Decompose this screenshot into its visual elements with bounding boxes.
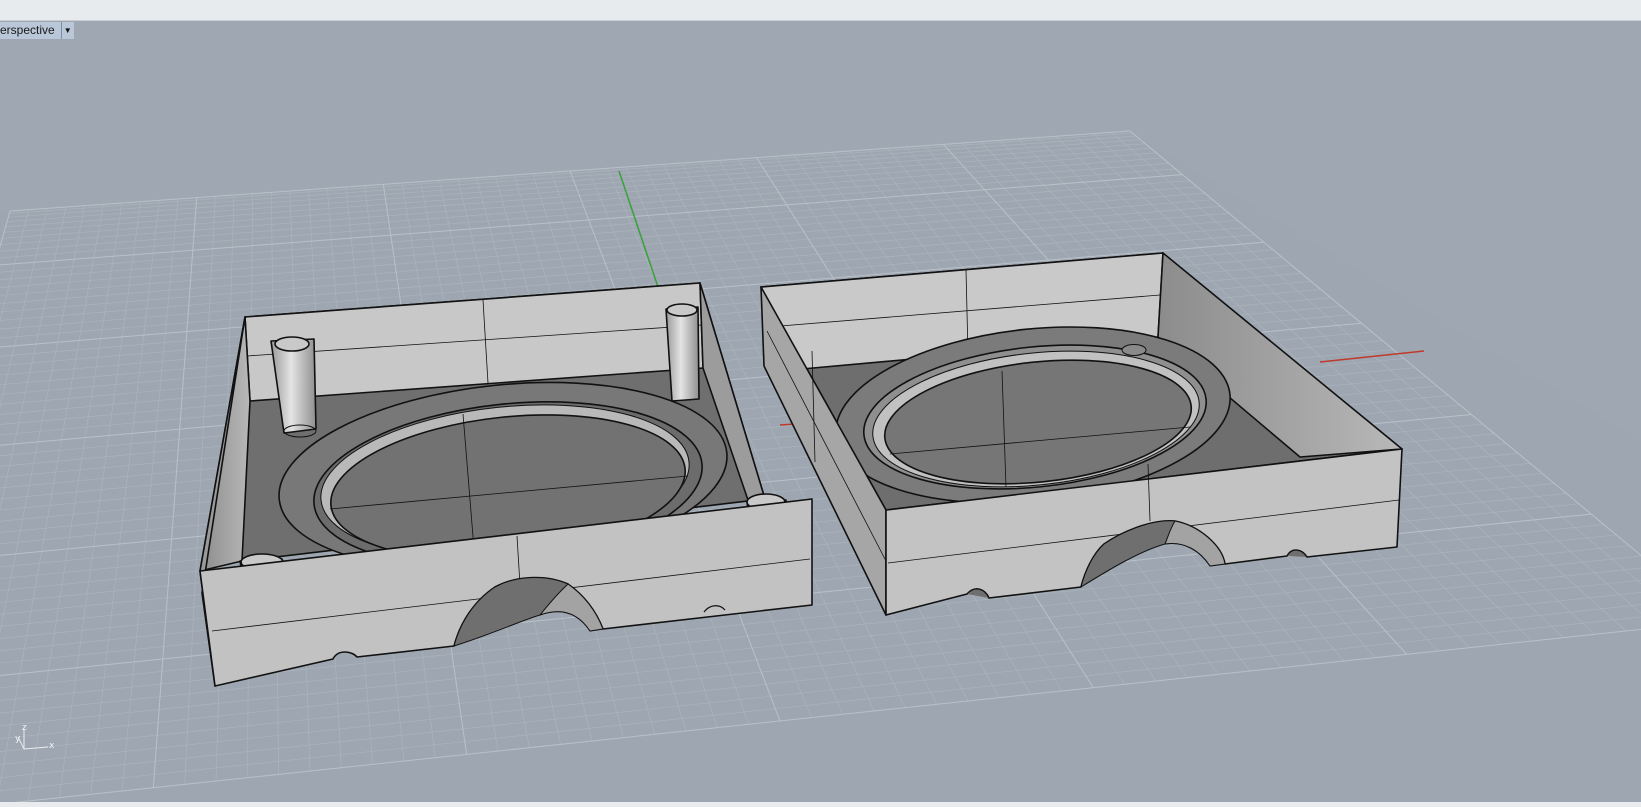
bottom-strip xyxy=(0,802,1641,807)
perspective-viewport[interactable]: erspective ▼ z y x xyxy=(0,21,1641,802)
viewport-title[interactable]: erspective xyxy=(0,22,61,39)
x-axis-label: x xyxy=(49,741,55,751)
z-axis-label: z xyxy=(22,723,27,733)
alignment-pin[interactable] xyxy=(665,303,700,402)
viewport-menu-dropdown-icon[interactable]: ▼ xyxy=(60,22,74,39)
locator-hole[interactable] xyxy=(1121,344,1147,356)
model-scene[interactable] xyxy=(0,21,1641,802)
title-strip xyxy=(0,0,1641,21)
viewport-tab[interactable]: erspective ▼ xyxy=(0,22,74,39)
axis-gizmo: z y x xyxy=(14,723,64,763)
y-axis-label: y xyxy=(15,734,21,744)
